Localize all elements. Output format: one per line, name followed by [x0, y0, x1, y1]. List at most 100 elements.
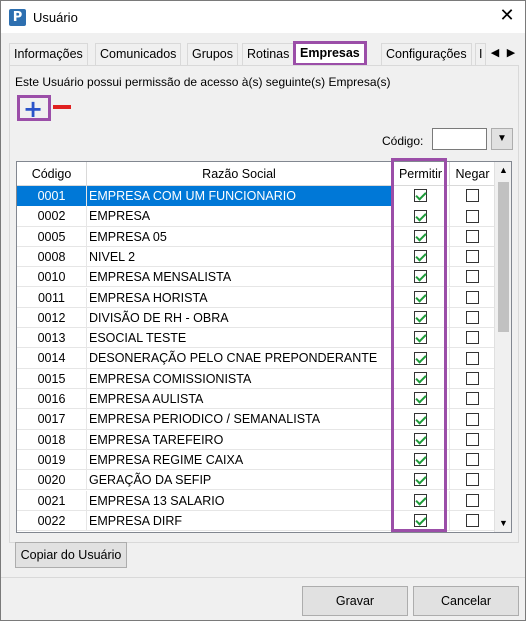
- table-row[interactable]: 0014 DESONERAÇÃO PELO CNAE PREPONDERANTE: [17, 348, 495, 369]
- row-code: 0020: [17, 470, 87, 491]
- permitir-cell: [392, 449, 450, 470]
- column-header-codigo[interactable]: Código: [17, 162, 87, 186]
- negar-checkbox[interactable]: [466, 270, 479, 284]
- negar-cell: [450, 247, 495, 267]
- negar-checkbox[interactable]: [466, 290, 479, 304]
- permitir-checkbox[interactable]: [414, 371, 427, 385]
- close-button[interactable]: ✕: [495, 5, 519, 29]
- table-row[interactable]: 0011 EMPRESA HORISTA: [17, 287, 495, 308]
- table-row[interactable]: 0010 EMPRESA MENSALISTA: [17, 267, 495, 288]
- row-company-name: DESONERAÇÃO PELO CNAE PREPONDERANTE: [87, 348, 392, 369]
- permitir-cell: [392, 267, 450, 288]
- negar-checkbox[interactable]: [466, 189, 479, 203]
- permitir-checkbox[interactable]: [414, 412, 427, 426]
- code-filter-input[interactable]: [432, 128, 487, 150]
- permitir-checkbox[interactable]: [414, 270, 427, 284]
- permitir-checkbox[interactable]: [414, 311, 427, 324]
- table-row[interactable]: 0008 NIVEL 2: [17, 246, 495, 268]
- negar-cell: [450, 186, 495, 206]
- grid-header: Código Razão Social Permitir Negar: [17, 162, 495, 186]
- permitir-cell: [392, 226, 450, 247]
- scroll-thumb[interactable]: [498, 182, 509, 332]
- negar-checkbox[interactable]: [466, 473, 479, 487]
- tab-more[interactable]: I: [475, 43, 487, 65]
- column-header-razao-social[interactable]: Razão Social: [87, 162, 392, 186]
- negar-cell: [450, 328, 495, 348]
- table-row[interactable]: 0005 EMPRESA 05: [17, 226, 495, 247]
- permitir-cell: [392, 206, 450, 227]
- negar-checkbox[interactable]: [466, 432, 479, 446]
- permitir-checkbox[interactable]: [414, 250, 427, 264]
- save-button[interactable]: Gravar: [302, 586, 408, 616]
- negar-checkbox[interactable]: [466, 453, 479, 467]
- companies-grid: Código Razão Social Permitir Negar 0001 E…: [16, 161, 512, 533]
- table-row[interactable]: 0016 EMPRESA AULISTA: [17, 389, 495, 410]
- code-filter-dropdown-icon[interactable]: ▼: [491, 128, 513, 150]
- negar-cell: [450, 470, 495, 490]
- copy-from-user-button[interactable]: Copiar do Usuário: [15, 542, 127, 568]
- negar-checkbox[interactable]: [466, 250, 479, 264]
- tab-scroll-right-icon[interactable]: ▶: [503, 44, 519, 62]
- table-row[interactable]: 0022 EMPRESA DIRF: [17, 510, 495, 532]
- table-row[interactable]: 0018 EMPRESA TAREFEIRO: [17, 429, 495, 450]
- table-row[interactable]: 0001 EMPRESA COM UM FUNCIONARIO: [17, 186, 495, 207]
- tab-comunicados[interactable]: Comunicados: [95, 43, 182, 65]
- tab-scroll-left-icon[interactable]: ◀: [487, 44, 503, 62]
- tab-rotinas[interactable]: Rotinas: [242, 43, 295, 65]
- table-row[interactable]: 0002 EMPRESA: [17, 206, 495, 227]
- permitir-checkbox[interactable]: [414, 189, 427, 203]
- grid-scrollbar[interactable]: ▲ ▼: [494, 162, 511, 532]
- table-row[interactable]: 0020 GERAÇÃO DA SEFIP: [17, 470, 495, 491]
- negar-cell: [450, 450, 495, 470]
- negar-checkbox[interactable]: [466, 493, 479, 507]
- permitir-checkbox[interactable]: [414, 290, 427, 304]
- table-row[interactable]: 0015 EMPRESA COMISSIONISTA: [17, 368, 495, 389]
- negar-checkbox[interactable]: [466, 331, 479, 345]
- row-company-name: EMPRESA MENSALISTA: [87, 267, 392, 288]
- app-logo-icon: P: [9, 9, 26, 26]
- permitir-cell: [392, 246, 450, 267]
- row-code: 0019: [17, 449, 87, 470]
- permitir-checkbox[interactable]: [414, 229, 427, 243]
- cancel-button[interactable]: Cancelar: [413, 586, 519, 616]
- negar-checkbox[interactable]: [466, 351, 479, 365]
- table-row[interactable]: 0021 EMPRESA 13 SALARIO: [17, 490, 495, 511]
- negar-checkbox[interactable]: [466, 371, 479, 385]
- plus-icon: +: [23, 95, 44, 123]
- table-row[interactable]: 0019 EMPRESA REGIME CAIXA: [17, 449, 495, 471]
- permitir-checkbox[interactable]: [414, 493, 427, 507]
- column-header-permitir[interactable]: Permitir: [392, 162, 450, 186]
- table-row[interactable]: 0013 ESOCIAL TESTE: [17, 328, 495, 349]
- table-row[interactable]: 0012 DIVISÃO DE RH - OBRA: [17, 307, 495, 329]
- negar-cell: [450, 227, 495, 247]
- column-header-negar[interactable]: Negar: [450, 162, 495, 186]
- tab-empresas[interactable]: Empresas: [293, 41, 367, 66]
- table-row[interactable]: 0017 EMPRESA PERIODICO / SEMANALISTA: [17, 409, 495, 430]
- remove-company-button[interactable]: [53, 105, 71, 109]
- negar-checkbox[interactable]: [466, 514, 479, 527]
- permitir-cell: [392, 368, 450, 389]
- permitir-checkbox[interactable]: [414, 331, 427, 345]
- permitir-checkbox[interactable]: [414, 453, 427, 467]
- scroll-up-icon[interactable]: ▲: [495, 162, 511, 179]
- tab-configuracoes[interactable]: Configurações: [381, 43, 472, 65]
- add-company-button[interactable]: +: [17, 95, 51, 121]
- permitir-checkbox[interactable]: [414, 209, 427, 223]
- permitir-checkbox[interactable]: [414, 351, 427, 365]
- row-company-name: EMPRESA HORISTA: [87, 287, 392, 308]
- negar-checkbox[interactable]: [466, 209, 479, 223]
- permitir-checkbox[interactable]: [414, 473, 427, 487]
- permitir-checkbox[interactable]: [414, 432, 427, 446]
- row-code: 0022: [17, 510, 87, 531]
- scroll-down-icon[interactable]: ▼: [495, 515, 511, 532]
- negar-checkbox[interactable]: [466, 392, 479, 406]
- tab-grupos[interactable]: Grupos: [187, 43, 238, 65]
- tab-informacoes[interactable]: Informações: [9, 43, 88, 65]
- negar-checkbox[interactable]: [466, 311, 479, 324]
- negar-checkbox[interactable]: [466, 229, 479, 243]
- negar-checkbox[interactable]: [466, 412, 479, 426]
- row-company-name: EMPRESA REGIME CAIXA: [87, 449, 392, 470]
- row-code: 0021: [17, 490, 87, 511]
- permitir-checkbox[interactable]: [414, 514, 427, 527]
- permitir-checkbox[interactable]: [414, 392, 427, 406]
